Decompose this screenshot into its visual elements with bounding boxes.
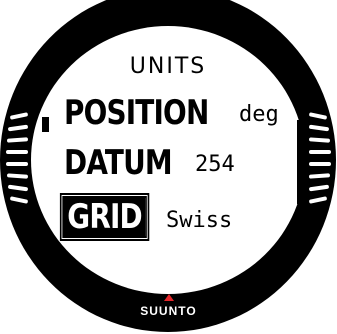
lcd-display: UNITS POSITION deg DATUM 254 GRID Swiss	[34, 32, 305, 282]
menu-row-label-selected: GRID	[62, 196, 147, 238]
menu-row-datum[interactable]: DATUM 254	[34, 144, 302, 180]
menu-row-label: POSITION	[64, 93, 209, 133]
menu-row-grid[interactable]: GRID Swiss	[34, 196, 302, 238]
watch-face: UNITS POSITION deg DATUM 254 GRID Swiss …	[0, 0, 337, 334]
menu-row-value: 254	[195, 152, 235, 177]
suunto-triangle-icon	[164, 294, 174, 301]
screen-title: UNITS	[129, 54, 207, 79]
menu-row-label: DATUM	[64, 143, 173, 183]
menu-row-position[interactable]: POSITION deg	[34, 94, 302, 130]
brand-logo: SUUNTO	[140, 304, 197, 318]
menu-row-value: deg	[239, 102, 279, 127]
scroll-indicator	[297, 120, 305, 204]
menu-row-value: Swiss	[166, 208, 233, 233]
